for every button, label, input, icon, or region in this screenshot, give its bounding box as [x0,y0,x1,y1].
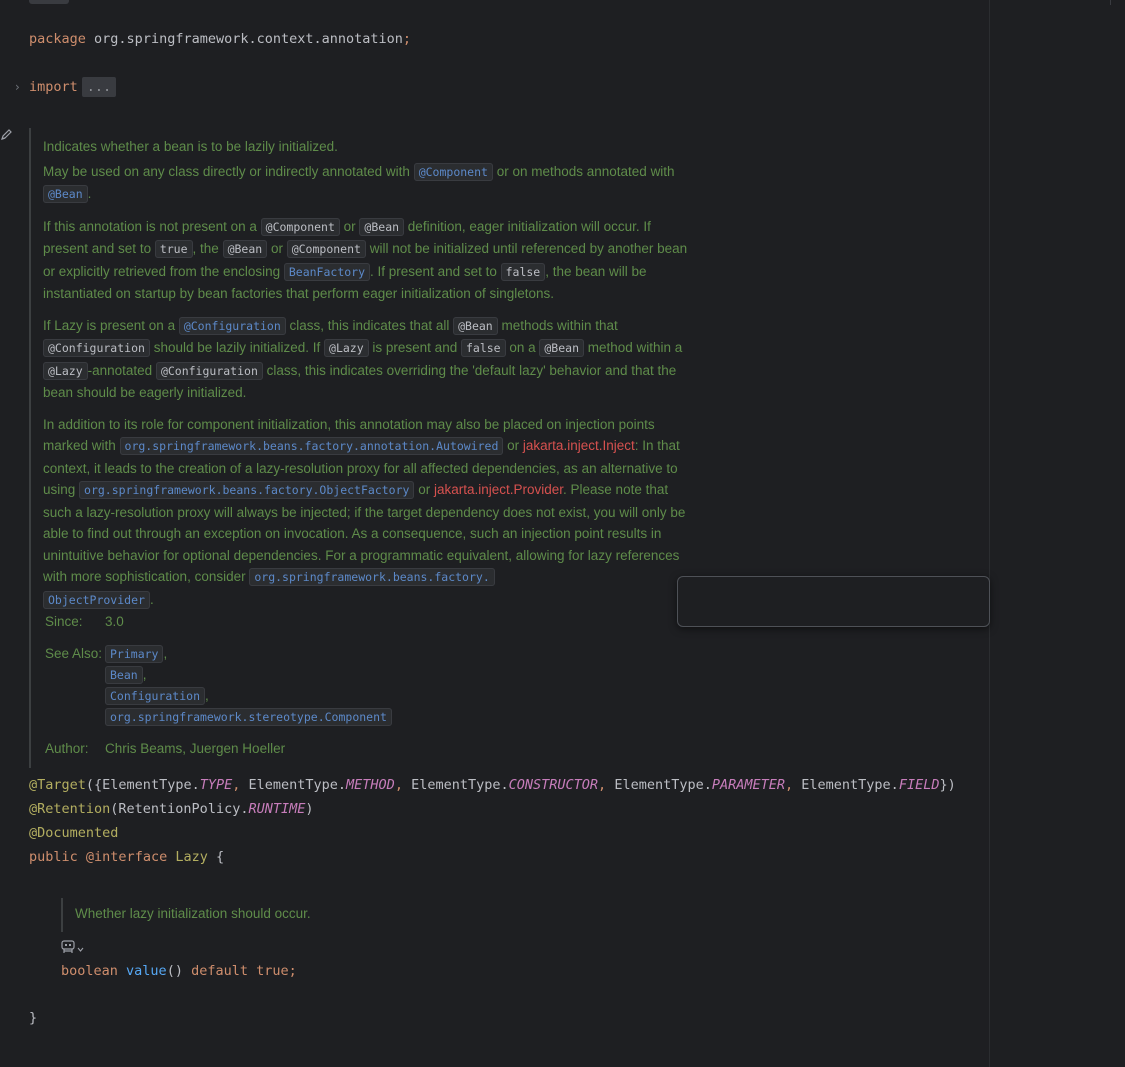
external-reference: jakarta.inject.Provider [433,482,564,497]
chevron-down-icon [77,947,84,952]
external-reference: jakarta.inject.Inject [522,438,635,453]
import-keyword: import [29,79,78,95]
see-also-item: Bean, [105,666,146,684]
code-link[interactable]: @Bean [43,185,88,203]
enum-constant: FIELD [898,777,940,793]
code-link[interactable]: org.springframework.beans.factory.Object… [79,481,415,499]
annotation-name: @Retention [29,801,111,817]
enum-constant: TYPE [199,777,233,793]
code-span: @Bean [359,217,405,236]
code-span: @Component [286,240,366,258]
code-span: @Configuration [155,361,263,380]
see-also-link[interactable]: Bean [105,666,143,684]
code-span: @Component [260,217,340,236]
closing-brace: } [29,1010,38,1026]
right-margin-guide [989,0,990,1067]
editor-tab-indicator [29,0,69,4]
code-span: false [500,262,546,281]
semicolon: ; [402,31,412,47]
default-keyword: default [191,963,248,979]
retention-annotation-line: @Retention(RetentionPolicy.RUNTIME) [29,801,314,817]
import-line: import... [29,77,117,97]
package-line: package org.springframework.context.anno… [29,31,411,47]
code-span: @Bean [453,316,498,335]
since-label: Since: [45,614,83,629]
see-also-link[interactable]: Configuration [105,687,206,705]
import-folded-block[interactable]: ... [81,77,117,97]
true-keyword: true [256,963,289,979]
see-also-label: See Also: [45,646,103,661]
enum-constant: PARAMETER [711,777,786,793]
scrollbar-tick [1110,0,1111,5]
see-also-link[interactable]: Primary [105,645,164,663]
method-name[interactable]: value [126,963,167,979]
documented-annotation-line: @Documented [29,825,118,841]
public-keyword: public [29,849,78,865]
code-link[interactable]: @Component [413,162,493,181]
enum-constant: METHOD [346,777,395,793]
code-link[interactable]: org.springframework.beans.factory.annota… [119,437,504,455]
code-span: @Lazy [43,361,88,380]
javadoc-gutter-bar [29,128,31,768]
method-javadoc: Whether lazy initialization should occur… [75,906,311,921]
javadoc-block: Indicates whether a bean is to be lazily… [43,136,688,621]
interface-keyword: @interface [85,849,168,865]
code-link[interactable]: @Configuration [178,316,286,335]
since-value: 3.0 [105,614,124,629]
javadoc-summary: Indicates whether a bean is to be lazily… [43,139,338,154]
javadoc-paragraph: If Lazy is present on a @Configuration c… [43,316,683,400]
chevron-right-icon[interactable]: › [15,80,25,94]
author-label: Author: [45,741,89,756]
code-span: @Bean [539,339,584,357]
package-name: org.springframework.context.annotation [94,31,403,47]
method-declaration-line: boolean value() default true; [61,963,297,979]
method-doc-gutter-bar [61,898,63,932]
code-link[interactable]: org.springframework.beans.factory. [249,568,495,586]
code-link[interactable]: BeanFactory [283,262,371,281]
see-also-item: Primary, [105,645,167,663]
see-also-item: Configuration, [105,687,209,705]
javadoc-paragraph: If this annotation is not present on a @… [43,217,688,301]
enum-constant: CONSTRUCTOR [508,777,599,793]
interface-declaration-line: public @interface Lazy { [29,849,225,865]
annotation-name: @Documented [29,825,119,841]
see-also-link[interactable]: org.springframework.stereotype.Component [105,708,392,726]
code-span: true [154,240,193,258]
code-link[interactable]: ObjectProvider [43,590,150,609]
enum-constant: RUNTIME [248,801,306,817]
code-span: @Lazy [324,339,369,357]
javadoc-paragraph: May be used on any class directly or ind… [43,162,675,203]
pencil-icon[interactable] [0,128,12,142]
javadoc-paragraph: In addition to its role for component in… [43,416,686,609]
annotation-name: @Target [29,777,86,793]
target-annotation-line: @Target({ElementType.TYPE, ElementType.M… [29,777,956,793]
author-value: Chris Beams, Juergen Hoeller [105,741,286,756]
code-span: false [460,339,506,357]
empty-popup[interactable] [677,576,990,627]
ai-assistant-icon[interactable] [61,939,87,955]
package-keyword: package [29,31,86,47]
code-span: @Configuration [43,339,150,357]
type-name: Lazy [175,849,208,865]
code-span: @Bean [222,240,268,258]
see-also-item: org.springframework.stereotype.Component [105,708,392,726]
closing-brace-line: } [29,1010,37,1026]
boolean-keyword: boolean [61,963,118,979]
